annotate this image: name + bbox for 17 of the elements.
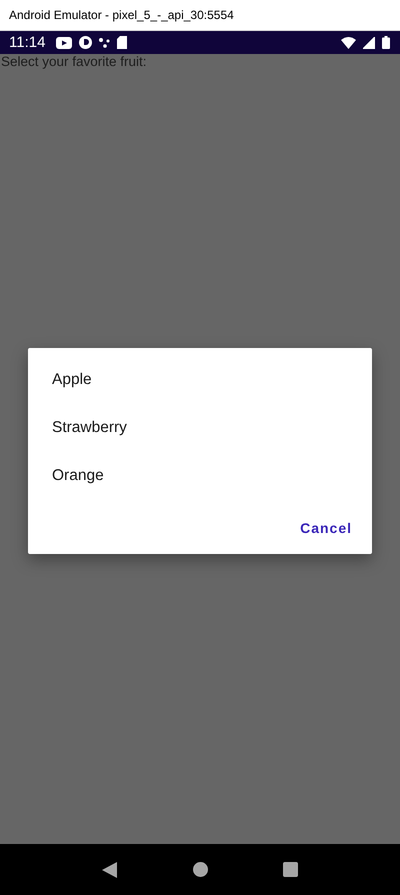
sd-card-icon: [117, 36, 128, 49]
option-item[interactable]: Orange: [28, 452, 372, 500]
recents-icon[interactable]: [282, 862, 298, 877]
battery-icon: [382, 36, 390, 49]
option-item[interactable]: Apple: [28, 356, 372, 404]
home-icon[interactable]: [192, 862, 208, 877]
wifi-icon: [341, 36, 356, 48]
clock: 11:14: [9, 34, 46, 51]
cancel-button[interactable]: Cancel: [288, 512, 364, 544]
prompt-label: Select your favorite fruit:: [0, 54, 147, 69]
video-icon: [56, 36, 72, 48]
window-title: Android Emulator - pixel_5_-_api_30:5554: [9, 8, 234, 22]
status-app-icon: [79, 36, 92, 49]
signal-icon: [363, 36, 375, 48]
dots-icon: [99, 38, 110, 48]
back-icon[interactable]: [102, 862, 118, 878]
option-item[interactable]: Strawberry: [28, 404, 372, 452]
